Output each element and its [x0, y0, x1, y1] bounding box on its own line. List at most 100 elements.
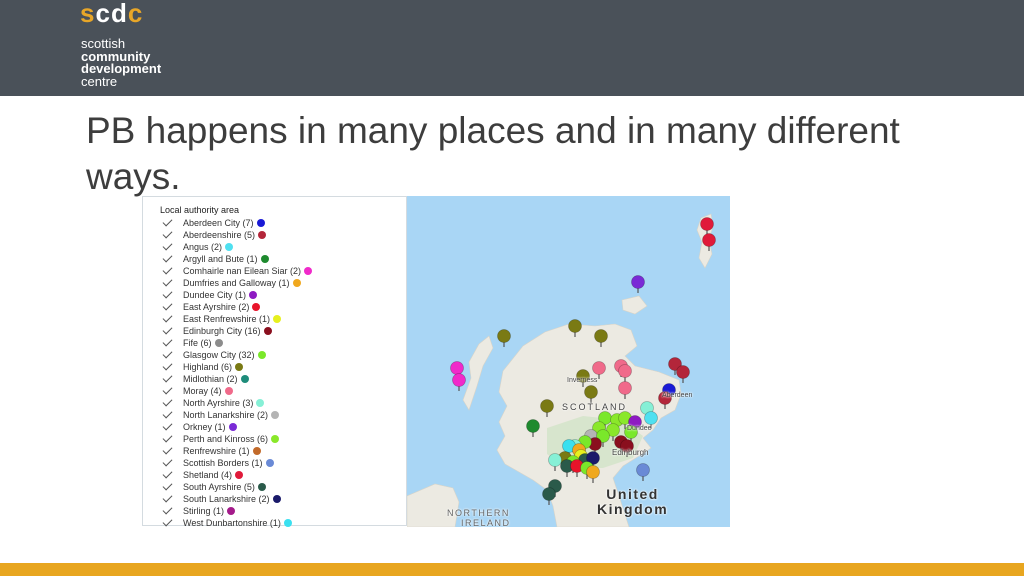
- legend-item[interactable]: Shetland (4): [162, 468, 312, 481]
- checkmark-icon[interactable]: [162, 360, 173, 371]
- checkmark-icon[interactable]: [162, 420, 173, 431]
- legend-item[interactable]: Dundee City (1): [162, 288, 312, 301]
- legend-item[interactable]: Aberdeenshire (5): [162, 228, 312, 241]
- map-pin[interactable]: [636, 463, 650, 482]
- map-pin[interactable]: [452, 373, 466, 392]
- map-pin-icon: [235, 471, 244, 479]
- footer-accent-bar: [0, 563, 1024, 576]
- legend-item-label: East Renfrewshire (1): [183, 314, 271, 324]
- map-pin-icon: [263, 327, 272, 335]
- checkmark-icon[interactable]: [162, 456, 173, 467]
- legend-item-label: South Lanarkshire (2): [183, 494, 270, 504]
- map-pin-icon: [272, 495, 281, 503]
- checkmark-icon[interactable]: [162, 276, 173, 287]
- legend-item[interactable]: Dumfries and Galloway (1): [162, 276, 312, 289]
- legend-item-label: North Ayrshire (3): [183, 398, 254, 408]
- orkney-landmass: [621, 295, 648, 315]
- checkmark-icon[interactable]: [162, 240, 173, 251]
- map-pin-icon: [227, 507, 236, 515]
- checkmark-icon[interactable]: [162, 516, 173, 527]
- legend-item[interactable]: Midlothian (2): [162, 372, 312, 385]
- legend-item[interactable]: Glasgow City (32): [162, 348, 312, 361]
- map-pin-icon: [260, 255, 269, 263]
- scotland-map[interactable]: SCOTLAND Inverness Aberdeen Dundee Edinb…: [407, 196, 730, 527]
- legend-item[interactable]: Aberdeen City (7): [162, 216, 312, 229]
- legend-list: Aberdeen City (7) Aberdeenshire (5) Angus …: [162, 216, 313, 529]
- checkmark-icon[interactable]: [162, 444, 173, 455]
- legend-item-label: Renfrewshire (1): [183, 446, 250, 456]
- slide-title-line-2: ways.: [86, 156, 181, 197]
- legend-item[interactable]: Renfrewshire (1): [162, 444, 312, 457]
- legend-item[interactable]: Perth and Kinross (6): [162, 432, 312, 445]
- legend-item[interactable]: Angus (2): [162, 240, 312, 253]
- label-dundee: Dundee: [627, 425, 652, 432]
- legend-title: Local authority area: [160, 205, 240, 215]
- legend-item-label: East Ayrshire (2): [183, 302, 250, 312]
- checkmark-icon[interactable]: [162, 504, 173, 515]
- legend-item-label: Orkney (1): [183, 422, 226, 432]
- checkmark-icon[interactable]: [162, 288, 173, 299]
- legend-item-label: Angus (2): [183, 242, 223, 252]
- slide-title-line-1: PB happens in many places and in many di…: [86, 110, 900, 151]
- label-united-kingdom: United Kingdom: [597, 486, 669, 517]
- checkmark-icon[interactable]: [162, 264, 173, 275]
- legend-item[interactable]: Argyll and Bute (1): [162, 252, 312, 265]
- legend-item-label: Dundee City (1): [183, 290, 247, 300]
- checkmark-icon[interactable]: [162, 300, 173, 311]
- scdc-logo-mark: scdc: [80, 0, 144, 28]
- checkmark-icon[interactable]: [162, 408, 173, 419]
- map-pin[interactable]: [497, 329, 511, 348]
- map-pin-icon: [228, 423, 237, 431]
- legend-item[interactable]: North Lanarkshire (2): [162, 408, 312, 421]
- legend-item[interactable]: East Ayrshire (2): [162, 300, 312, 313]
- map-canvas: [407, 213, 716, 527]
- legend-item[interactable]: Scottish Borders (1): [162, 456, 312, 469]
- checkmark-icon[interactable]: [162, 324, 173, 335]
- legend-item-label: Shetland (4): [183, 470, 233, 480]
- checkmark-icon[interactable]: [162, 336, 173, 347]
- legend-item[interactable]: East Renfrewshire (1): [162, 312, 312, 325]
- legend-item[interactable]: Fife (6): [162, 336, 312, 349]
- checkmark-icon[interactable]: [162, 384, 173, 395]
- checkmark-icon[interactable]: [162, 432, 173, 443]
- map-pin-icon: [225, 243, 234, 251]
- checkmark-icon[interactable]: [162, 216, 173, 227]
- checkmark-icon[interactable]: [162, 252, 173, 263]
- legend-item[interactable]: North Ayrshire (3): [162, 396, 312, 409]
- checkmark-icon[interactable]: [162, 372, 173, 383]
- legend-item[interactable]: Moray (4): [162, 384, 312, 397]
- outer-hebrides-landmass: [462, 335, 494, 411]
- legend-item[interactable]: Stirling (1): [162, 504, 312, 517]
- checkmark-icon[interactable]: [162, 228, 173, 239]
- map-pin-icon: [258, 231, 267, 239]
- checkmark-icon[interactable]: [162, 468, 173, 479]
- map-pin-icon: [271, 435, 280, 443]
- legend-item[interactable]: West Dunbartonshire (1): [162, 516, 312, 529]
- legend-item[interactable]: Highland (6): [162, 360, 312, 373]
- legend-item-label: Scottish Borders (1): [183, 458, 263, 468]
- checkmark-icon[interactable]: [162, 492, 173, 503]
- map-pin-icon: [271, 411, 280, 419]
- legend-item-label: Dumfries and Galloway (1): [183, 278, 290, 288]
- checkmark-icon[interactable]: [162, 396, 173, 407]
- checkmark-icon[interactable]: [162, 312, 173, 323]
- map-pin-icon: [224, 387, 233, 395]
- map-pin-icon: [257, 483, 266, 491]
- checkmark-icon[interactable]: [162, 348, 173, 359]
- checkmark-icon[interactable]: [162, 480, 173, 491]
- map-pin-icon: [235, 363, 244, 371]
- legend-item-label: Stirling (1): [183, 506, 225, 516]
- map-pin[interactable]: [631, 275, 645, 294]
- legend-item[interactable]: South Lanarkshire (2): [162, 492, 312, 505]
- legend-item-label: Aberdeen City (7): [183, 218, 254, 228]
- map-pin-icon: [304, 267, 313, 275]
- label-inverness: Inverness: [567, 377, 598, 384]
- legend-item[interactable]: Edinburgh City (16): [162, 324, 312, 337]
- legend-item[interactable]: Comhairle nan Eilean Siar (2): [162, 264, 313, 277]
- map-pin-icon: [214, 339, 223, 347]
- legend-item[interactable]: Orkney (1): [162, 420, 312, 433]
- label-aberdeen: Aberdeen: [662, 392, 693, 399]
- legend-item[interactable]: South Ayrshire (5): [162, 480, 312, 493]
- org-name: scottish community development centre: [81, 36, 162, 89]
- map-legend-panel: Local authority area Aberdeen City (7) Ab…: [142, 196, 407, 529]
